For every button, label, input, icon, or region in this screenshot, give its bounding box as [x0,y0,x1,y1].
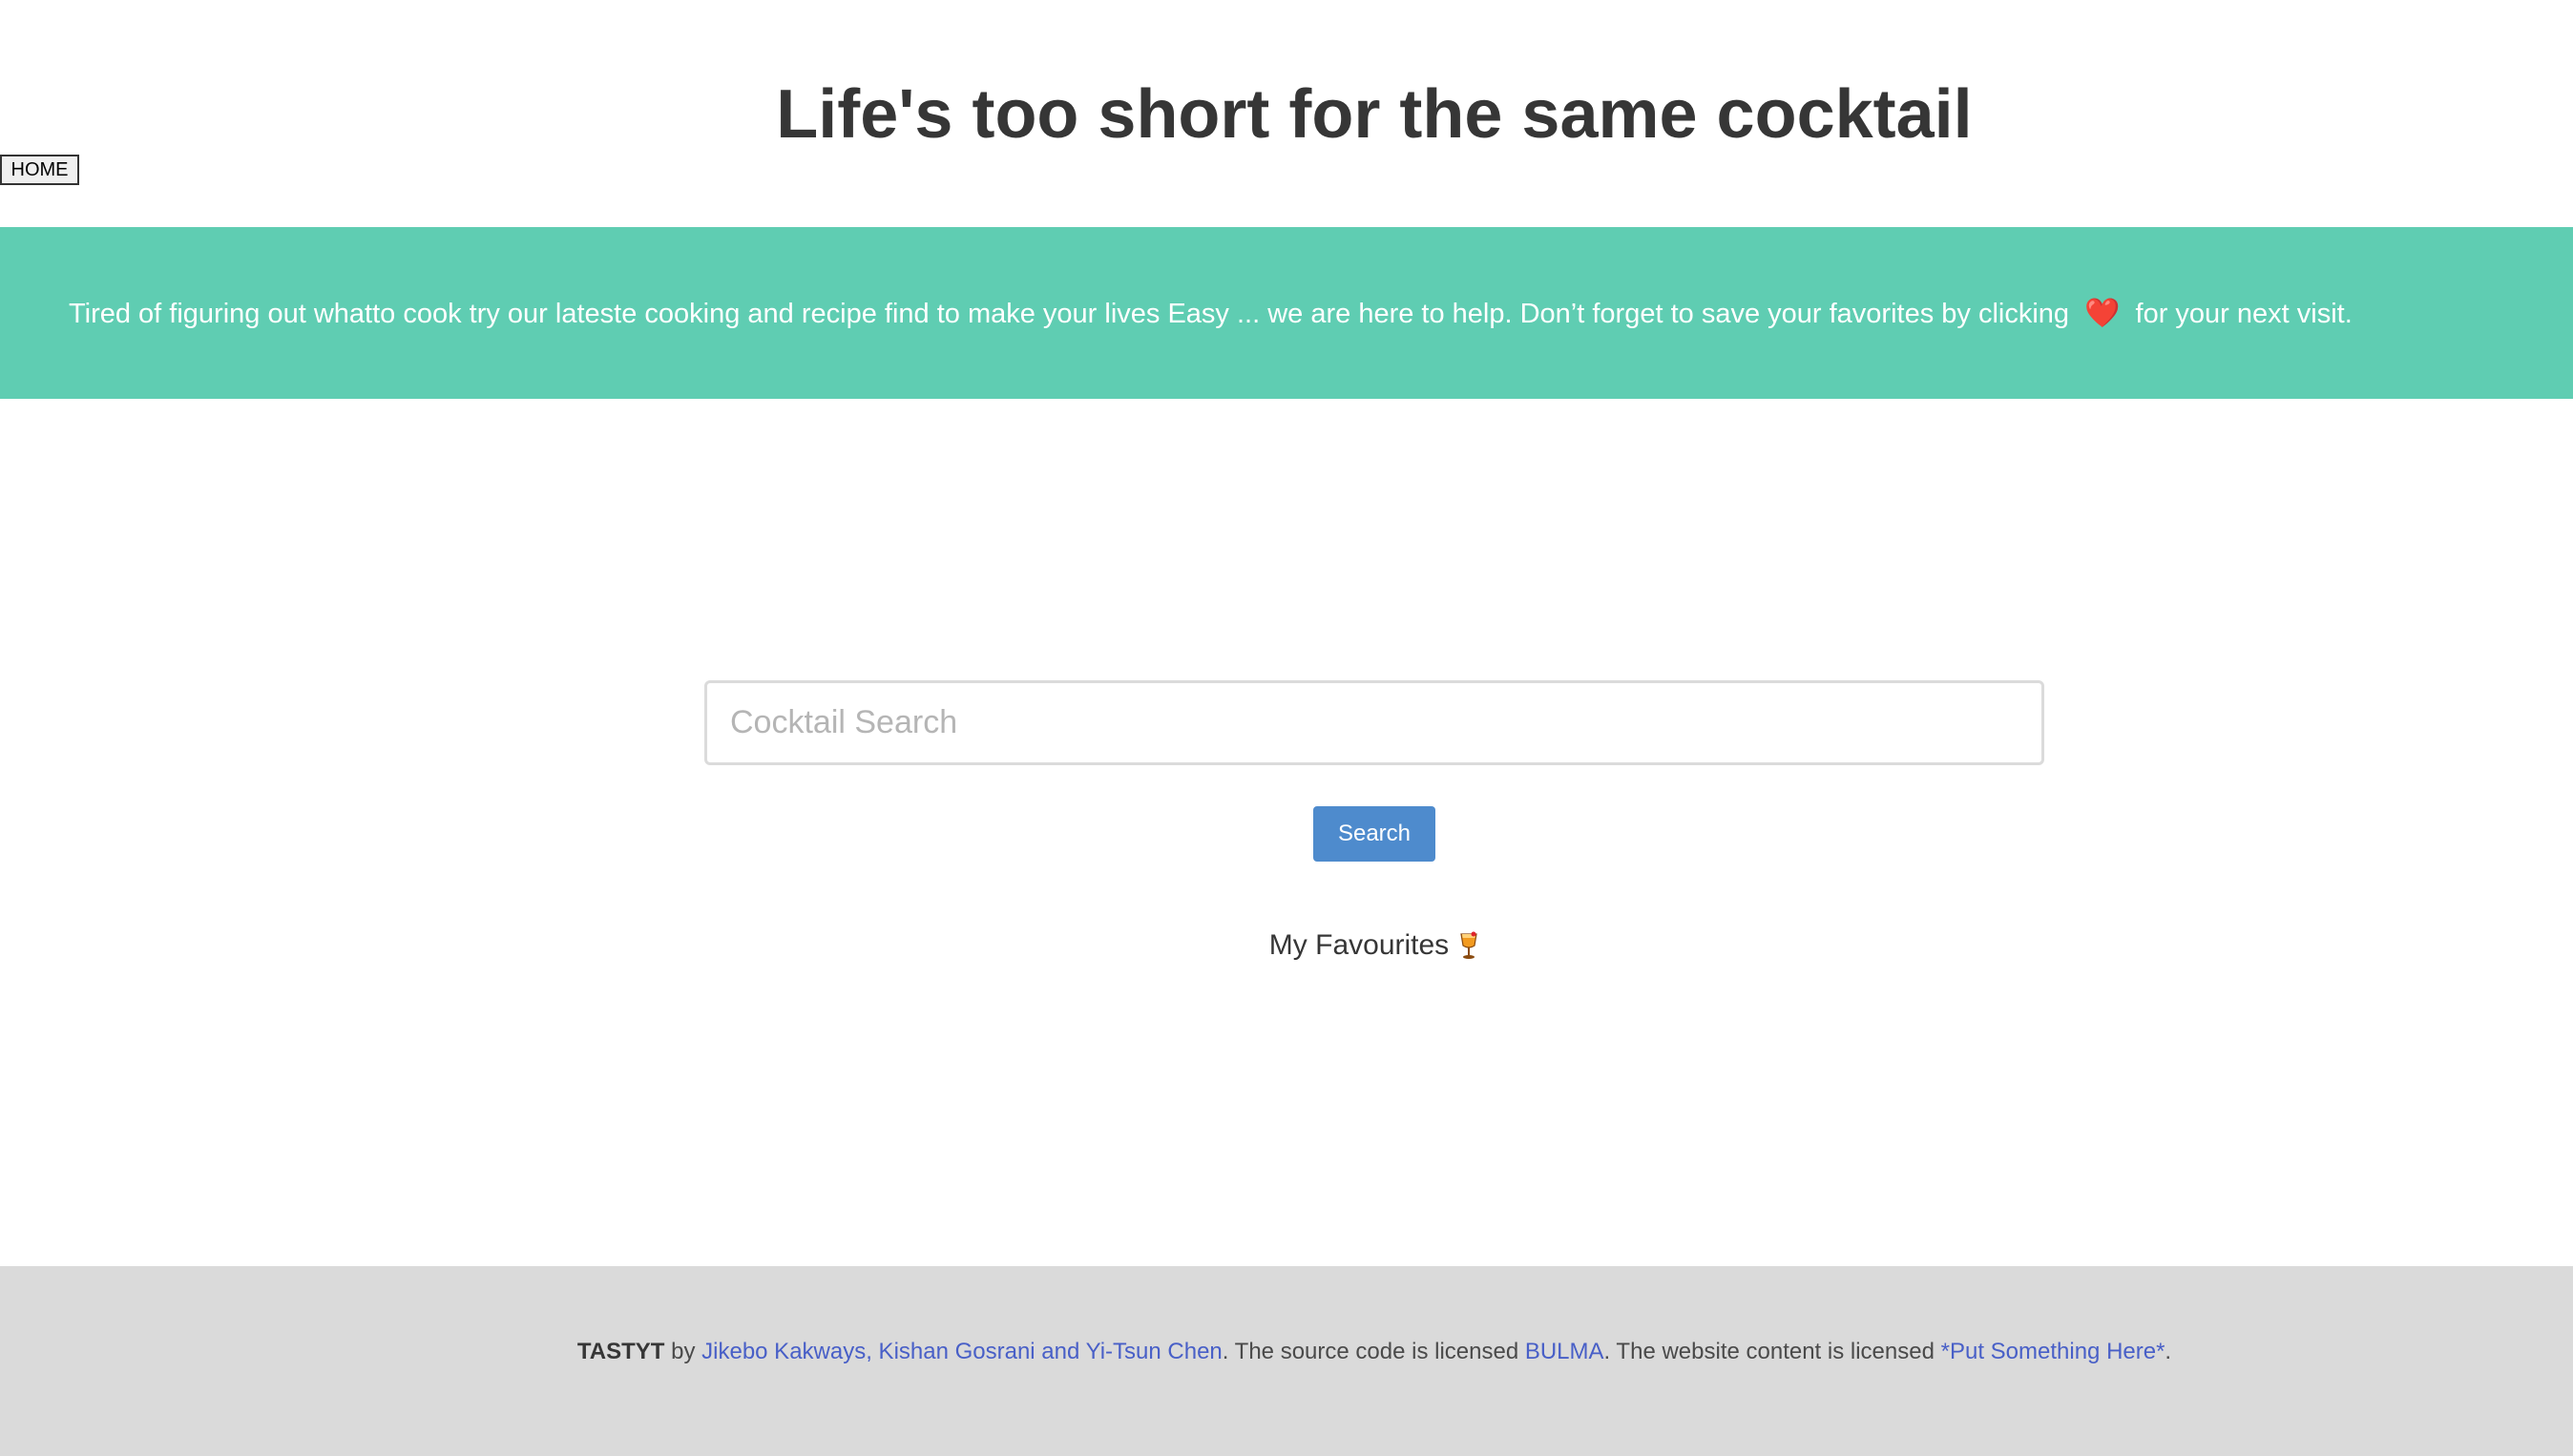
banner-text-after: for your next visit. [2135,298,2353,329]
header: HOME Life's too short for the same cockt… [0,0,2573,227]
footer-end: . [2165,1339,2172,1364]
hero-banner: Tired of figuring out whatto cook try ou… [0,227,2573,399]
footer: TASTYT by Jikebo Kakways, Kishan Gosrani… [0,1266,2573,1456]
footer-content-text: . The website content is licensed [1603,1339,1935,1364]
footer-brand: TASTYT [576,1339,665,1364]
footer-source-license-link[interactable]: BULMA [1525,1339,1604,1365]
footer-source-text: . The source code is licensed [1222,1339,1519,1364]
footer-authors-link[interactable]: Jikebo Kakways, Kishan Gosrani and Yi-Ts… [701,1339,1223,1365]
footer-text: TASTYT by Jikebo Kakways, Kishan Gosrani… [0,1266,2573,1438]
banner-text-before: Tired of figuring out whatto cook try ou… [69,298,2070,329]
my-favourites-link[interactable]: My Favourites [1241,929,1508,962]
cocktail-glass-icon [1458,930,1479,961]
search-button[interactable]: Search [1313,806,1435,862]
my-favourites-label: My Favourites [1268,929,1450,961]
banner-text: Tired of figuring out whatto cook try ou… [69,297,2353,330]
cocktail-search-input[interactable] [704,680,2044,765]
footer-by: by [671,1339,696,1364]
page: HOME Life's too short for the same cockt… [0,0,2573,1456]
page-title: Life's too short for the same cocktail [776,76,1973,153]
heart-icon: ❤️ [2084,297,2121,329]
footer-content-license-link[interactable]: *Put Something Here* [1941,1339,2165,1365]
